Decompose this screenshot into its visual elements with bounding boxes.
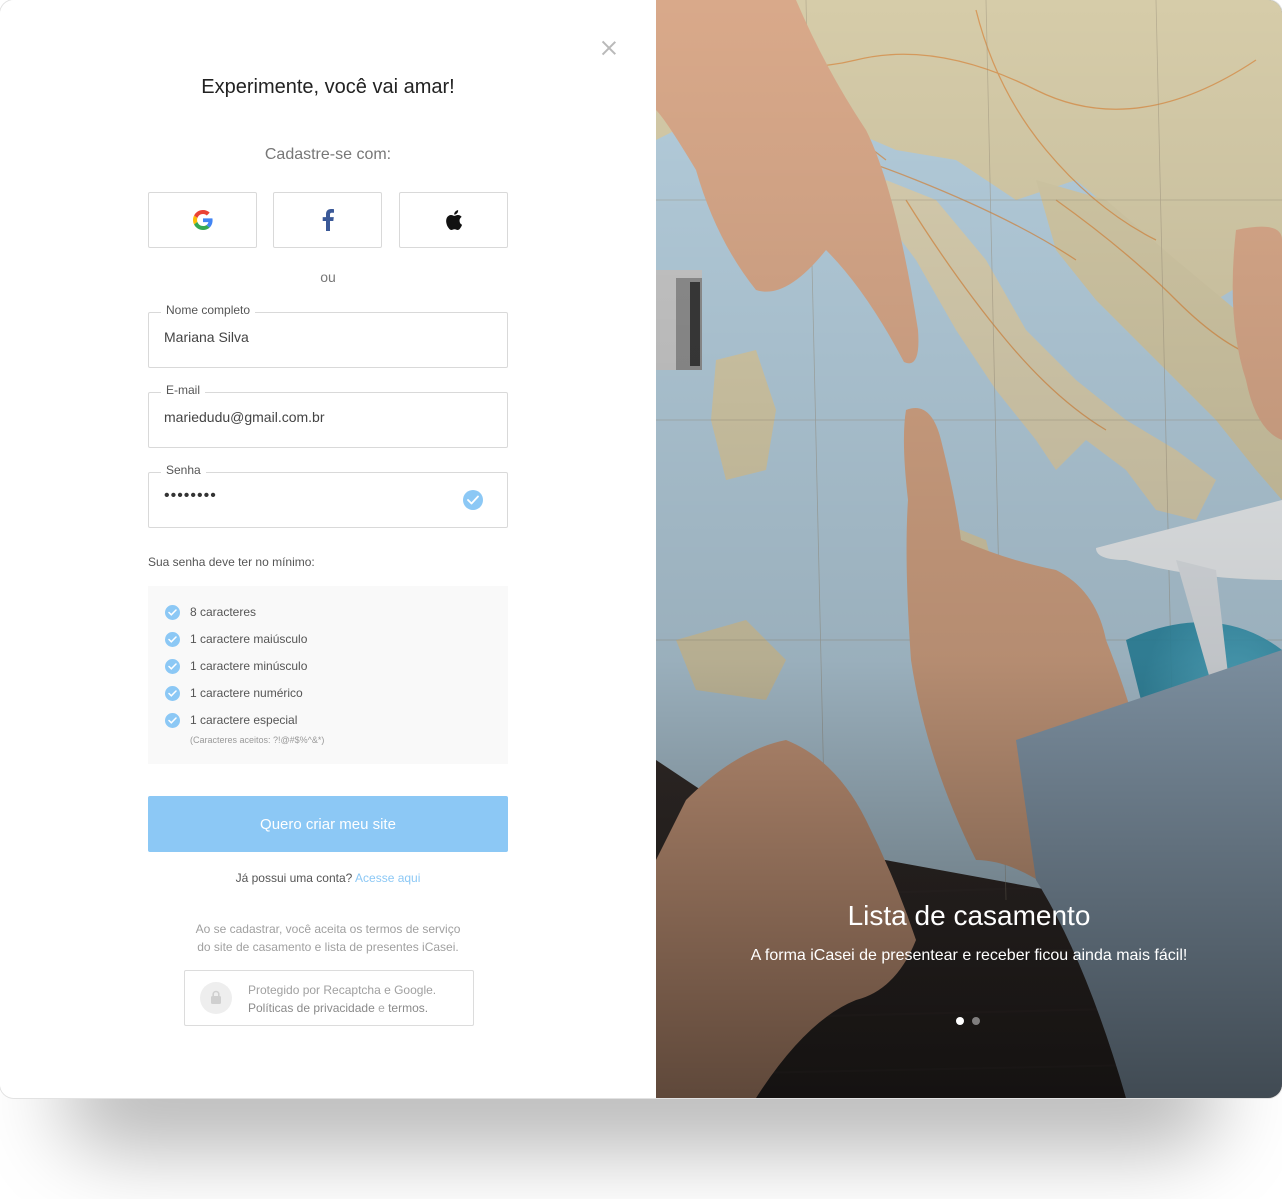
- recaptcha-and-text: e: [374, 1001, 389, 1015]
- check-icon: [165, 631, 180, 647]
- signup-with-label: Cadastre-se com:: [264, 146, 392, 163]
- accepted-characters-note: (Caracteres aceitos: ?!@#$%^&*): [190, 735, 325, 745]
- requirement-uppercase: 1 caractere maiúsculo: [165, 631, 307, 647]
- carousel-dot-2[interactable]: [972, 1017, 980, 1025]
- create-site-button[interactable]: Quero criar meu site: [148, 796, 508, 852]
- terms-line: do site de casamento e lista de presente…: [197, 940, 459, 954]
- requirement-label: 1 caractere minúsculo: [190, 659, 308, 673]
- login-prompt-text: Já possui uma conta?: [235, 871, 353, 885]
- password-valid-check-icon: [463, 490, 483, 510]
- page-title: Experimente, você vai amar!: [201, 76, 455, 98]
- recaptcha-links: Políticas de privacidade e termos.: [248, 1001, 428, 1015]
- terms-notice: Ao se cadastrar, você aceita os termos d…: [148, 920, 508, 956]
- hero-subtitle: A forma iCasei de presentear e receber f…: [750, 947, 1188, 964]
- full-name-field: Nome completo: [148, 303, 508, 368]
- close-icon[interactable]: [598, 37, 620, 59]
- check-icon: [165, 604, 180, 620]
- hero-panel: Lista de casamento A forma iCasei de pre…: [656, 0, 1282, 1098]
- terms-line: Ao se cadastrar, você aceita os termos d…: [195, 922, 461, 936]
- recaptcha-badge: Protegido por Recaptcha e Google. Políti…: [184, 970, 474, 1026]
- email-field: E-mail: [148, 383, 508, 448]
- requirement-length: 8 caracteres: [165, 604, 256, 620]
- check-icon: [165, 658, 180, 674]
- signup-panel: Experimente, você vai amar! Cadastre-se …: [0, 0, 656, 1098]
- lock-icon: [200, 982, 232, 1014]
- password-input[interactable]: [164, 487, 464, 505]
- hero-title: Lista de casamento: [847, 900, 1091, 931]
- recaptcha-text: Protegido por Recaptcha e Google.: [248, 983, 437, 997]
- apple-signup-button[interactable]: [399, 192, 508, 248]
- privacy-policy-link[interactable]: Políticas de privacidade: [248, 1001, 375, 1015]
- password-field: Senha: [148, 463, 508, 528]
- password-requirements: 8 caracteres 1 caractere maiúsculo 1 car…: [148, 586, 508, 764]
- email-label: E-mail: [161, 383, 206, 397]
- apple-icon: [446, 210, 463, 230]
- requirement-lowercase: 1 caractere minúsculo: [165, 658, 307, 674]
- google-signup-button[interactable]: [148, 192, 257, 248]
- check-icon: [165, 712, 180, 728]
- email-input[interactable]: [164, 409, 464, 425]
- password-label: Senha: [161, 463, 206, 477]
- terms-link[interactable]: termos.: [388, 1001, 428, 1015]
- requirement-label: 1 caractere numérico: [190, 686, 303, 700]
- facebook-icon: [322, 209, 334, 231]
- requirement-label: 8 caracteres: [190, 605, 257, 619]
- login-link[interactable]: Acesse aqui: [355, 871, 420, 885]
- google-icon: [192, 210, 213, 230]
- requirement-numeric: 1 caractere numérico: [165, 685, 303, 701]
- login-prompt: Já possui uma conta? Acesse aqui: [148, 871, 508, 885]
- carousel-dot-1[interactable]: [956, 1017, 964, 1025]
- requirement-special: 1 caractere especial: [165, 712, 297, 728]
- password-requirements-title: Sua senha deve ter no mínimo:: [148, 555, 315, 569]
- requirement-label: 1 caractere especial: [190, 713, 298, 727]
- full-name-label: Nome completo: [161, 303, 256, 317]
- or-divider: ou: [320, 269, 336, 285]
- facebook-signup-button[interactable]: [273, 192, 382, 248]
- requirement-label: 1 caractere maiúsculo: [190, 632, 308, 646]
- hero-map-image: [656, 0, 1282, 1098]
- signup-modal: Experimente, você vai amar! Cadastre-se …: [0, 0, 1282, 1098]
- full-name-input[interactable]: [164, 329, 464, 345]
- check-icon: [165, 685, 180, 701]
- carousel-dots: [956, 1017, 980, 1025]
